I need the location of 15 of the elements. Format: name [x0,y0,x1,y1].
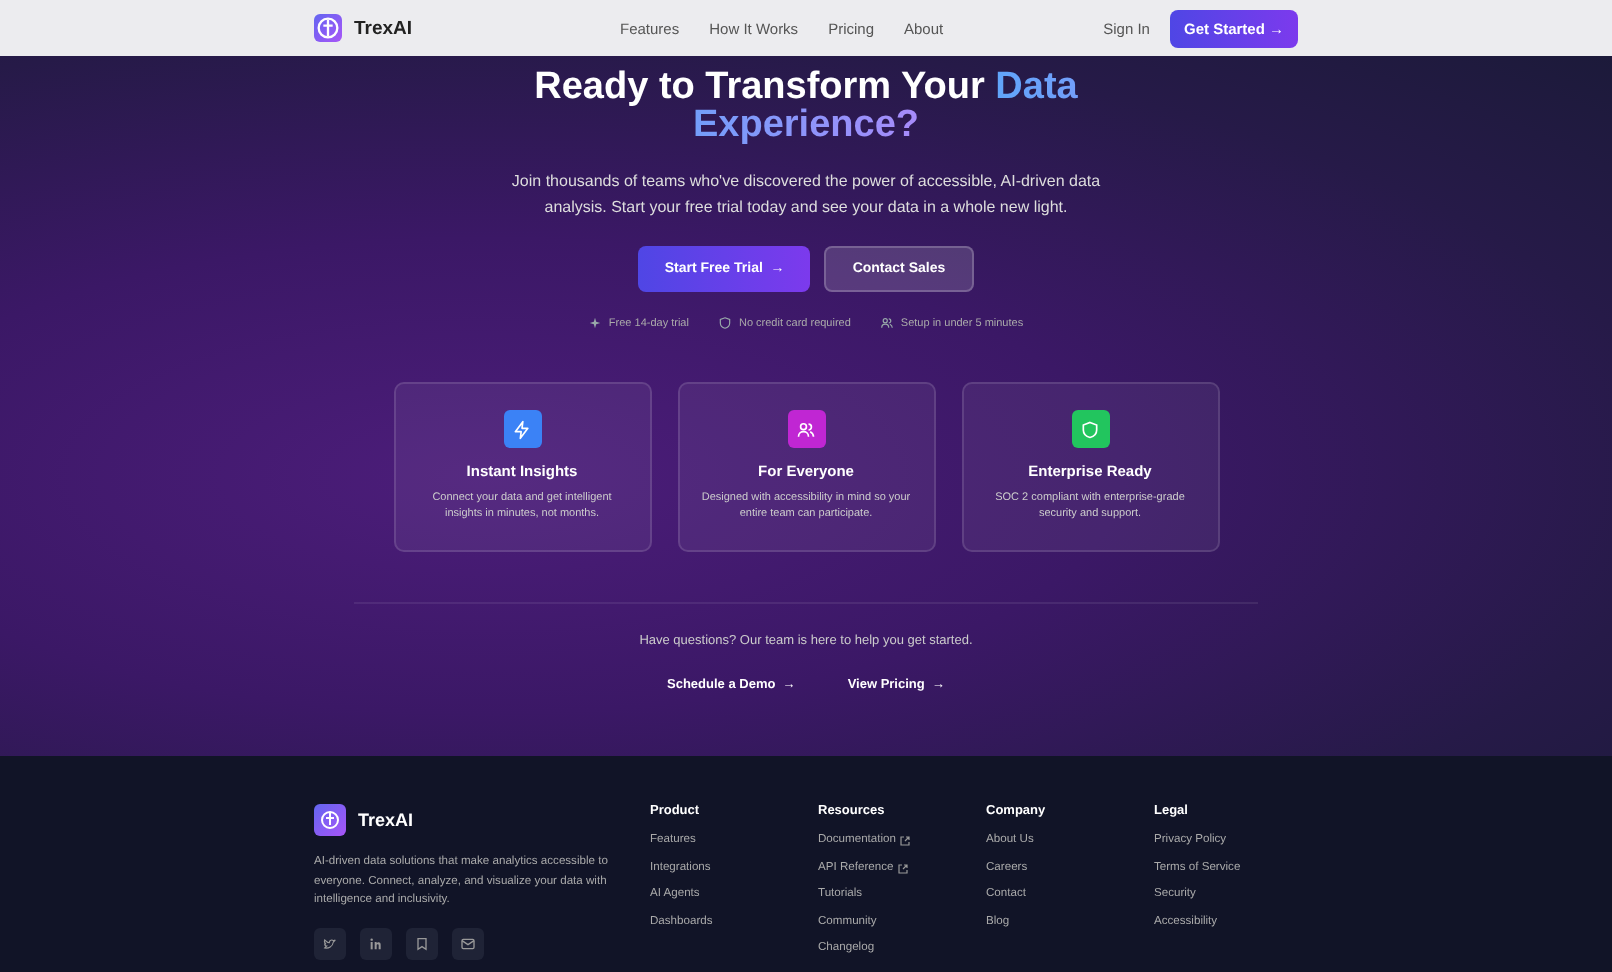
mail-icon[interactable] [452,927,484,960]
external-link-icon [897,863,908,873]
hero-title: Ready to Transform Your Data Experience? [532,68,1080,144]
external-link-icon [900,836,910,846]
hero-subtitle: Join thousands of teams who've discovered the power of accessible, AI-driven data analysis. Start your free trial today and see your data in a whole new light. [509,170,1103,220]
people-icon [880,316,895,330]
bird-icon[interactable] [314,927,346,960]
brand-name: TrexAI [354,17,413,39]
linkedin-icon[interactable] [360,927,392,960]
brand-name: TrexAI [358,810,414,830]
brain-logo-icon [314,804,346,836]
brain-logo-icon [314,14,342,42]
bookmark-icon[interactable] [406,927,438,960]
sparkle-icon [588,316,603,330]
shield-icon [718,316,733,330]
